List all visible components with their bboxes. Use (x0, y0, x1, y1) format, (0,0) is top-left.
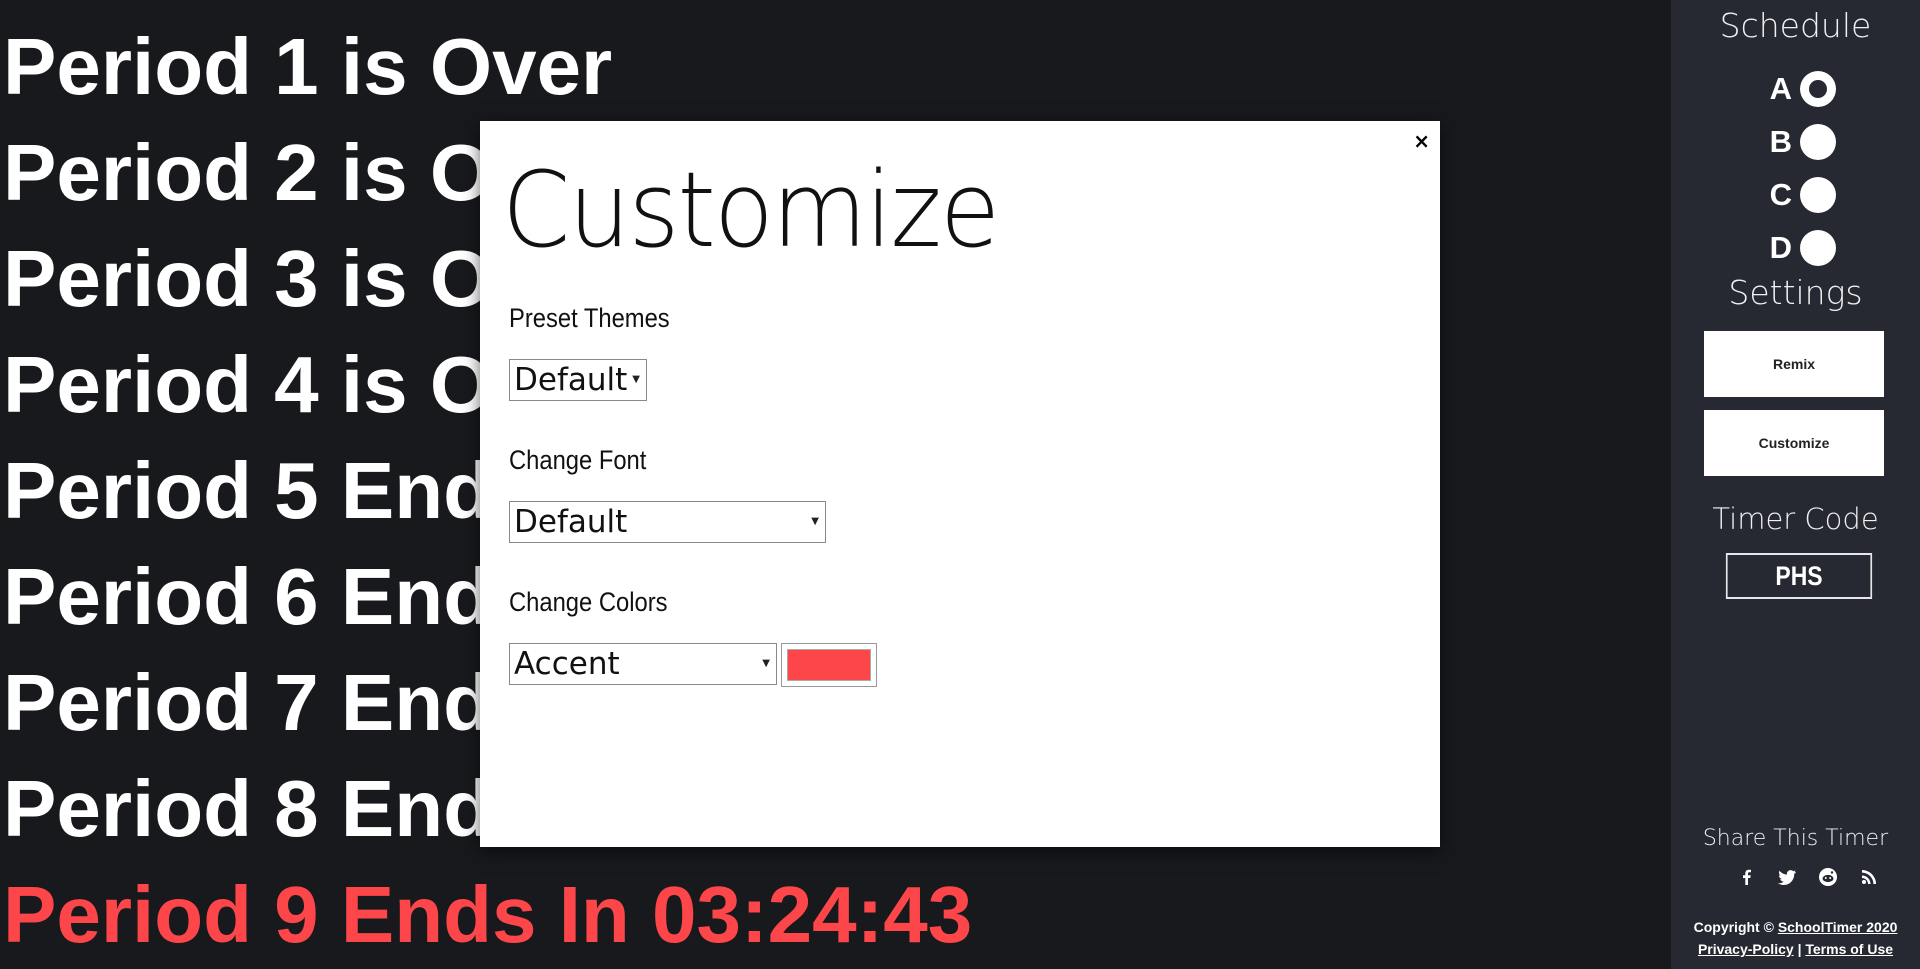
radio-unchecked[interactable] (1800, 176, 1836, 213)
share-icons (1735, 866, 1880, 888)
schedule-letter: D (1769, 229, 1792, 265)
color-picker[interactable] (781, 643, 877, 687)
terms-of-use-link[interactable]: Terms of Use (1805, 941, 1893, 957)
footer: Copyright © SchoolTimer 2020 Privacy-Pol… (1671, 916, 1920, 960)
copyright-text: Copyright © (1693, 919, 1774, 935)
schedule-option-a[interactable]: A (1756, 62, 1836, 115)
reddit-icon[interactable] (1817, 866, 1839, 888)
radio-unchecked[interactable] (1800, 123, 1836, 160)
dropdown-arrow-icon: ▼ (762, 658, 770, 669)
radio-checked[interactable] (1800, 70, 1836, 107)
privacy-policy-link[interactable]: Privacy-Policy (1698, 941, 1794, 957)
change-colors-select[interactable]: Accent ▼ (509, 643, 777, 685)
preset-themes-label: Preset Themes (509, 303, 670, 333)
preset-themes-select[interactable]: Default ▼ (509, 359, 647, 401)
schedule-option-d[interactable]: D (1756, 221, 1836, 274)
schedule-letter: C (1769, 176, 1792, 212)
schedule-option-c[interactable]: C (1756, 168, 1836, 221)
schedule-option-b[interactable]: B (1756, 115, 1836, 168)
twitter-icon[interactable] (1776, 866, 1798, 888)
dropdown-arrow-icon: ▼ (811, 516, 819, 527)
facebook-icon[interactable] (1735, 866, 1757, 888)
schedule-options: A B C D (1756, 62, 1836, 274)
close-icon[interactable]: × (1413, 129, 1430, 153)
share-heading: Share This Timer (1702, 826, 1889, 851)
period-line: Period 1 is Over (3, 22, 613, 111)
change-font-value: Default (514, 504, 628, 540)
timer-code-heading: Timer Code (1712, 502, 1879, 536)
change-colors-label: Change Colors (509, 587, 668, 617)
remix-button[interactable]: Remix (1704, 331, 1884, 397)
dropdown-arrow-icon: ▼ (632, 374, 640, 385)
customize-modal: × Customize Preset Themes Default ▼ Chan… (480, 121, 1440, 847)
schedule-letter: A (1769, 70, 1792, 106)
legal-links: Privacy-Policy | Terms of Use (1671, 938, 1920, 960)
link-separator: | (1797, 941, 1802, 957)
modal-title: Customize (502, 149, 1000, 271)
current-period-countdown: Period 9 Ends In 03:24:43 (3, 870, 973, 959)
color-swatch-fill (787, 649, 871, 681)
preset-themes-value: Default (514, 362, 628, 398)
change-font-label: Change Font (509, 445, 647, 475)
radio-unchecked[interactable] (1800, 229, 1836, 266)
change-font-select[interactable]: Default ▼ (509, 501, 826, 543)
timer-code-value[interactable]: PHS (1725, 553, 1873, 599)
customize-button[interactable]: Customize (1704, 410, 1884, 476)
change-colors-value: Accent (514, 646, 620, 682)
schedule-heading: Schedule (1719, 6, 1872, 45)
copyright-line: Copyright © SchoolTimer 2020 (1671, 916, 1920, 938)
schedule-letter: B (1769, 123, 1792, 159)
settings-heading: Settings (1728, 273, 1863, 312)
schooltimer-link[interactable]: SchoolTimer 2020 (1778, 919, 1898, 935)
sidebar: Schedule A B C D Settings Remix Customiz… (1671, 0, 1920, 969)
rss-icon[interactable] (1858, 866, 1880, 888)
